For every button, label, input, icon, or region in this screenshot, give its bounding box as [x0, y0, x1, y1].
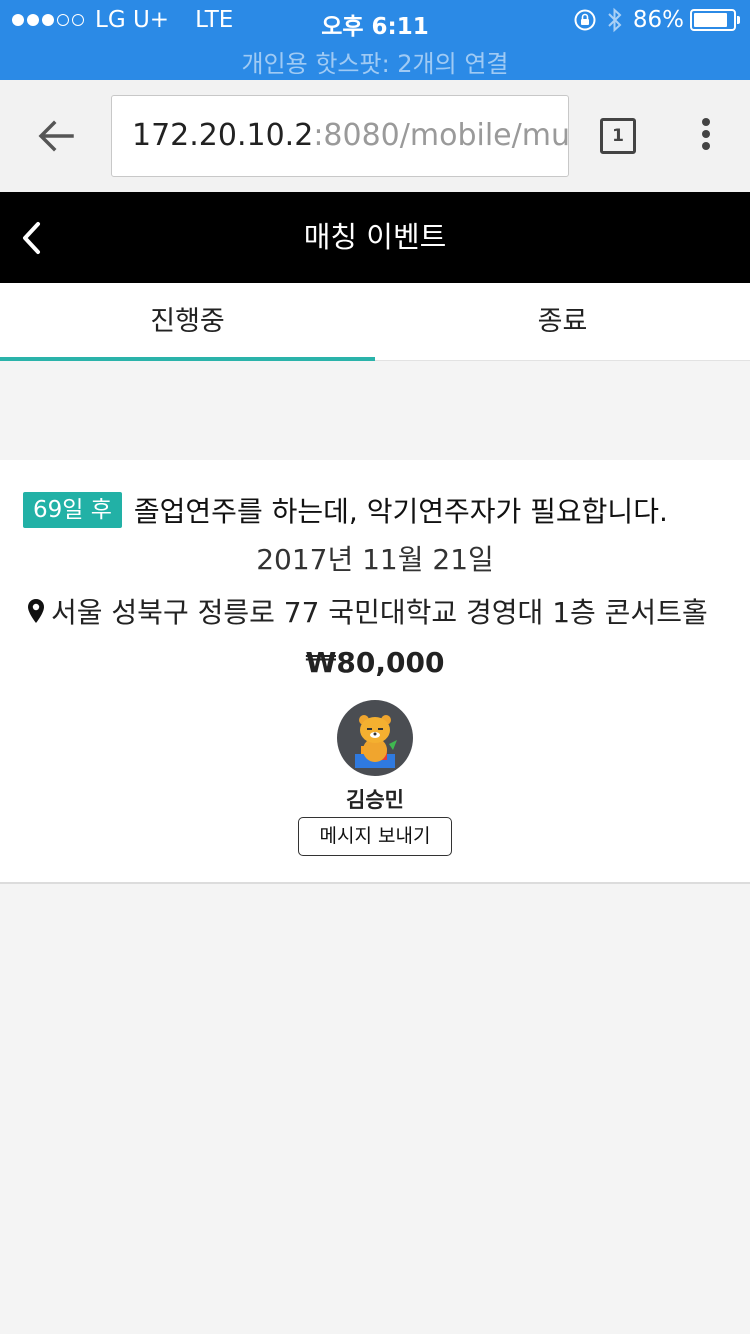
send-message-button[interactable]: 메시지 보내기 [298, 817, 452, 856]
user-name[interactable]: 김승민 [0, 784, 750, 814]
url-bar[interactable]: 172.20.10.2:8080/mobile/mus [111, 95, 569, 177]
event-title: 졸업연주를 하는데, 악기연주자가 필요합니다. [133, 495, 668, 528]
page-title: 매칭 이벤트 [303, 220, 447, 254]
event-location-row: 서울 성북구 정릉로 77 국민대학교 경영대 1층 콘서트홀 [27, 591, 708, 631]
map-pin-icon [28, 599, 44, 623]
avatar[interactable] [337, 700, 413, 776]
tab-ongoing[interactable]: 진행중 [0, 283, 375, 361]
status-bar: LG U+ LTE 오후 6:11 86% 개인용 핫스팟: 2개의 연결 [0, 0, 750, 80]
tab-switcher-button[interactable]: 1 [600, 118, 636, 154]
url-host: 172.20.10.2 [132, 118, 314, 153]
tab-ended[interactable]: 종료 [375, 283, 750, 361]
event-location: 서울 성북구 정릉로 77 국민대학교 경영대 1층 콘서트홀 [51, 596, 708, 629]
battery-icon [690, 9, 740, 31]
battery-percent: 86% [632, 7, 684, 33]
rotation-lock-icon [574, 9, 596, 31]
browser-back-icon[interactable] [36, 116, 76, 156]
dday-badge: 69일 후 [23, 492, 122, 528]
browser-menu-icon[interactable] [697, 118, 715, 158]
event-card[interactable]: 69일 후 졸업연주를 하는데, 악기연주자가 필요합니다. 2017년 11월… [0, 460, 750, 884]
event-title-row: 69일 후 졸업연주를 하는데, 악기연주자가 필요합니다. [23, 490, 668, 530]
app-header: 매칭 이벤트 [0, 192, 750, 283]
avatar-character-icon [355, 715, 397, 768]
event-price: ₩80,000 [305, 646, 445, 679]
tab-bar: 진행중 종료 [0, 283, 750, 361]
hotspot-banner[interactable]: 개인용 핫스팟: 2개의 연결 [0, 44, 750, 79]
browser-toolbar: 172.20.10.2:8080/mobile/mus 1 [0, 80, 750, 192]
bluetooth-icon [608, 7, 622, 33]
active-tab-indicator [0, 357, 375, 361]
url-path: :8080/mobile/mus [313, 118, 569, 153]
event-date: 2017년 11월 21일 [256, 543, 494, 576]
status-right: 86% [573, 7, 740, 33]
